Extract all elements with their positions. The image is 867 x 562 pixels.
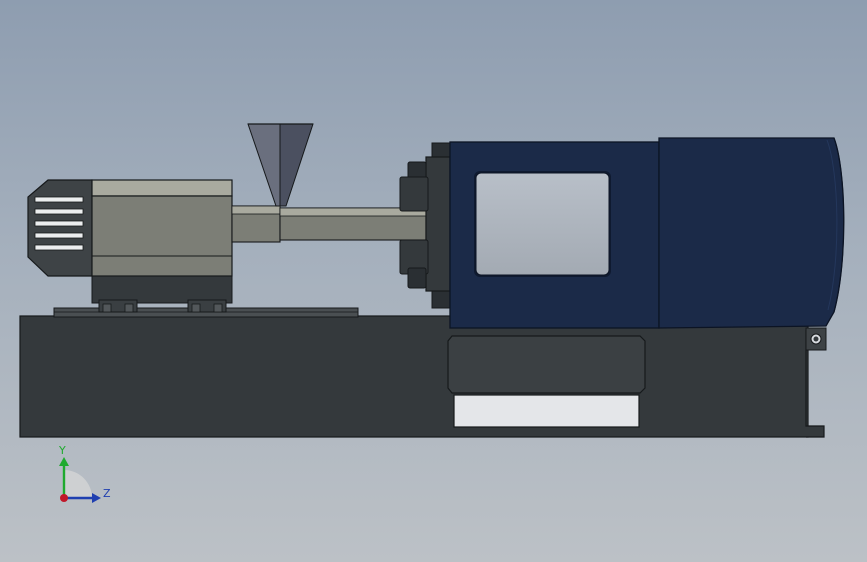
base-body: [19, 315, 809, 438]
hopper[interactable]: [247, 123, 314, 207]
carriage-foot-right: [187, 299, 227, 313]
motor-cover: [27, 179, 93, 277]
triad-plane-quadrant: [64, 470, 92, 498]
carriage-block: [91, 275, 233, 304]
cabinet-door[interactable]: [447, 335, 646, 394]
z-axis-label: Z: [103, 487, 111, 500]
y-axis-label: Y: [58, 444, 66, 457]
carriage-foot-left: [98, 299, 138, 313]
injection-housing-top: [91, 179, 233, 197]
lower-opening: [453, 394, 640, 428]
injection-unit[interactable]: [27, 123, 427, 313]
origin-dot-icon: [60, 494, 68, 502]
clamp-unit[interactable]: [449, 137, 845, 329]
injection-housing: [91, 195, 233, 277]
guard-window-glass: [475, 172, 610, 276]
cad-viewport[interactable]: Y Z: [0, 0, 867, 562]
y-axis-arrow-icon: [59, 457, 69, 466]
z-axis-arrow-icon: [92, 493, 101, 503]
lug-hole-inner: [813, 336, 819, 342]
rear-cover: [658, 137, 845, 329]
view-orientation-triad: Y Z: [58, 444, 111, 503]
